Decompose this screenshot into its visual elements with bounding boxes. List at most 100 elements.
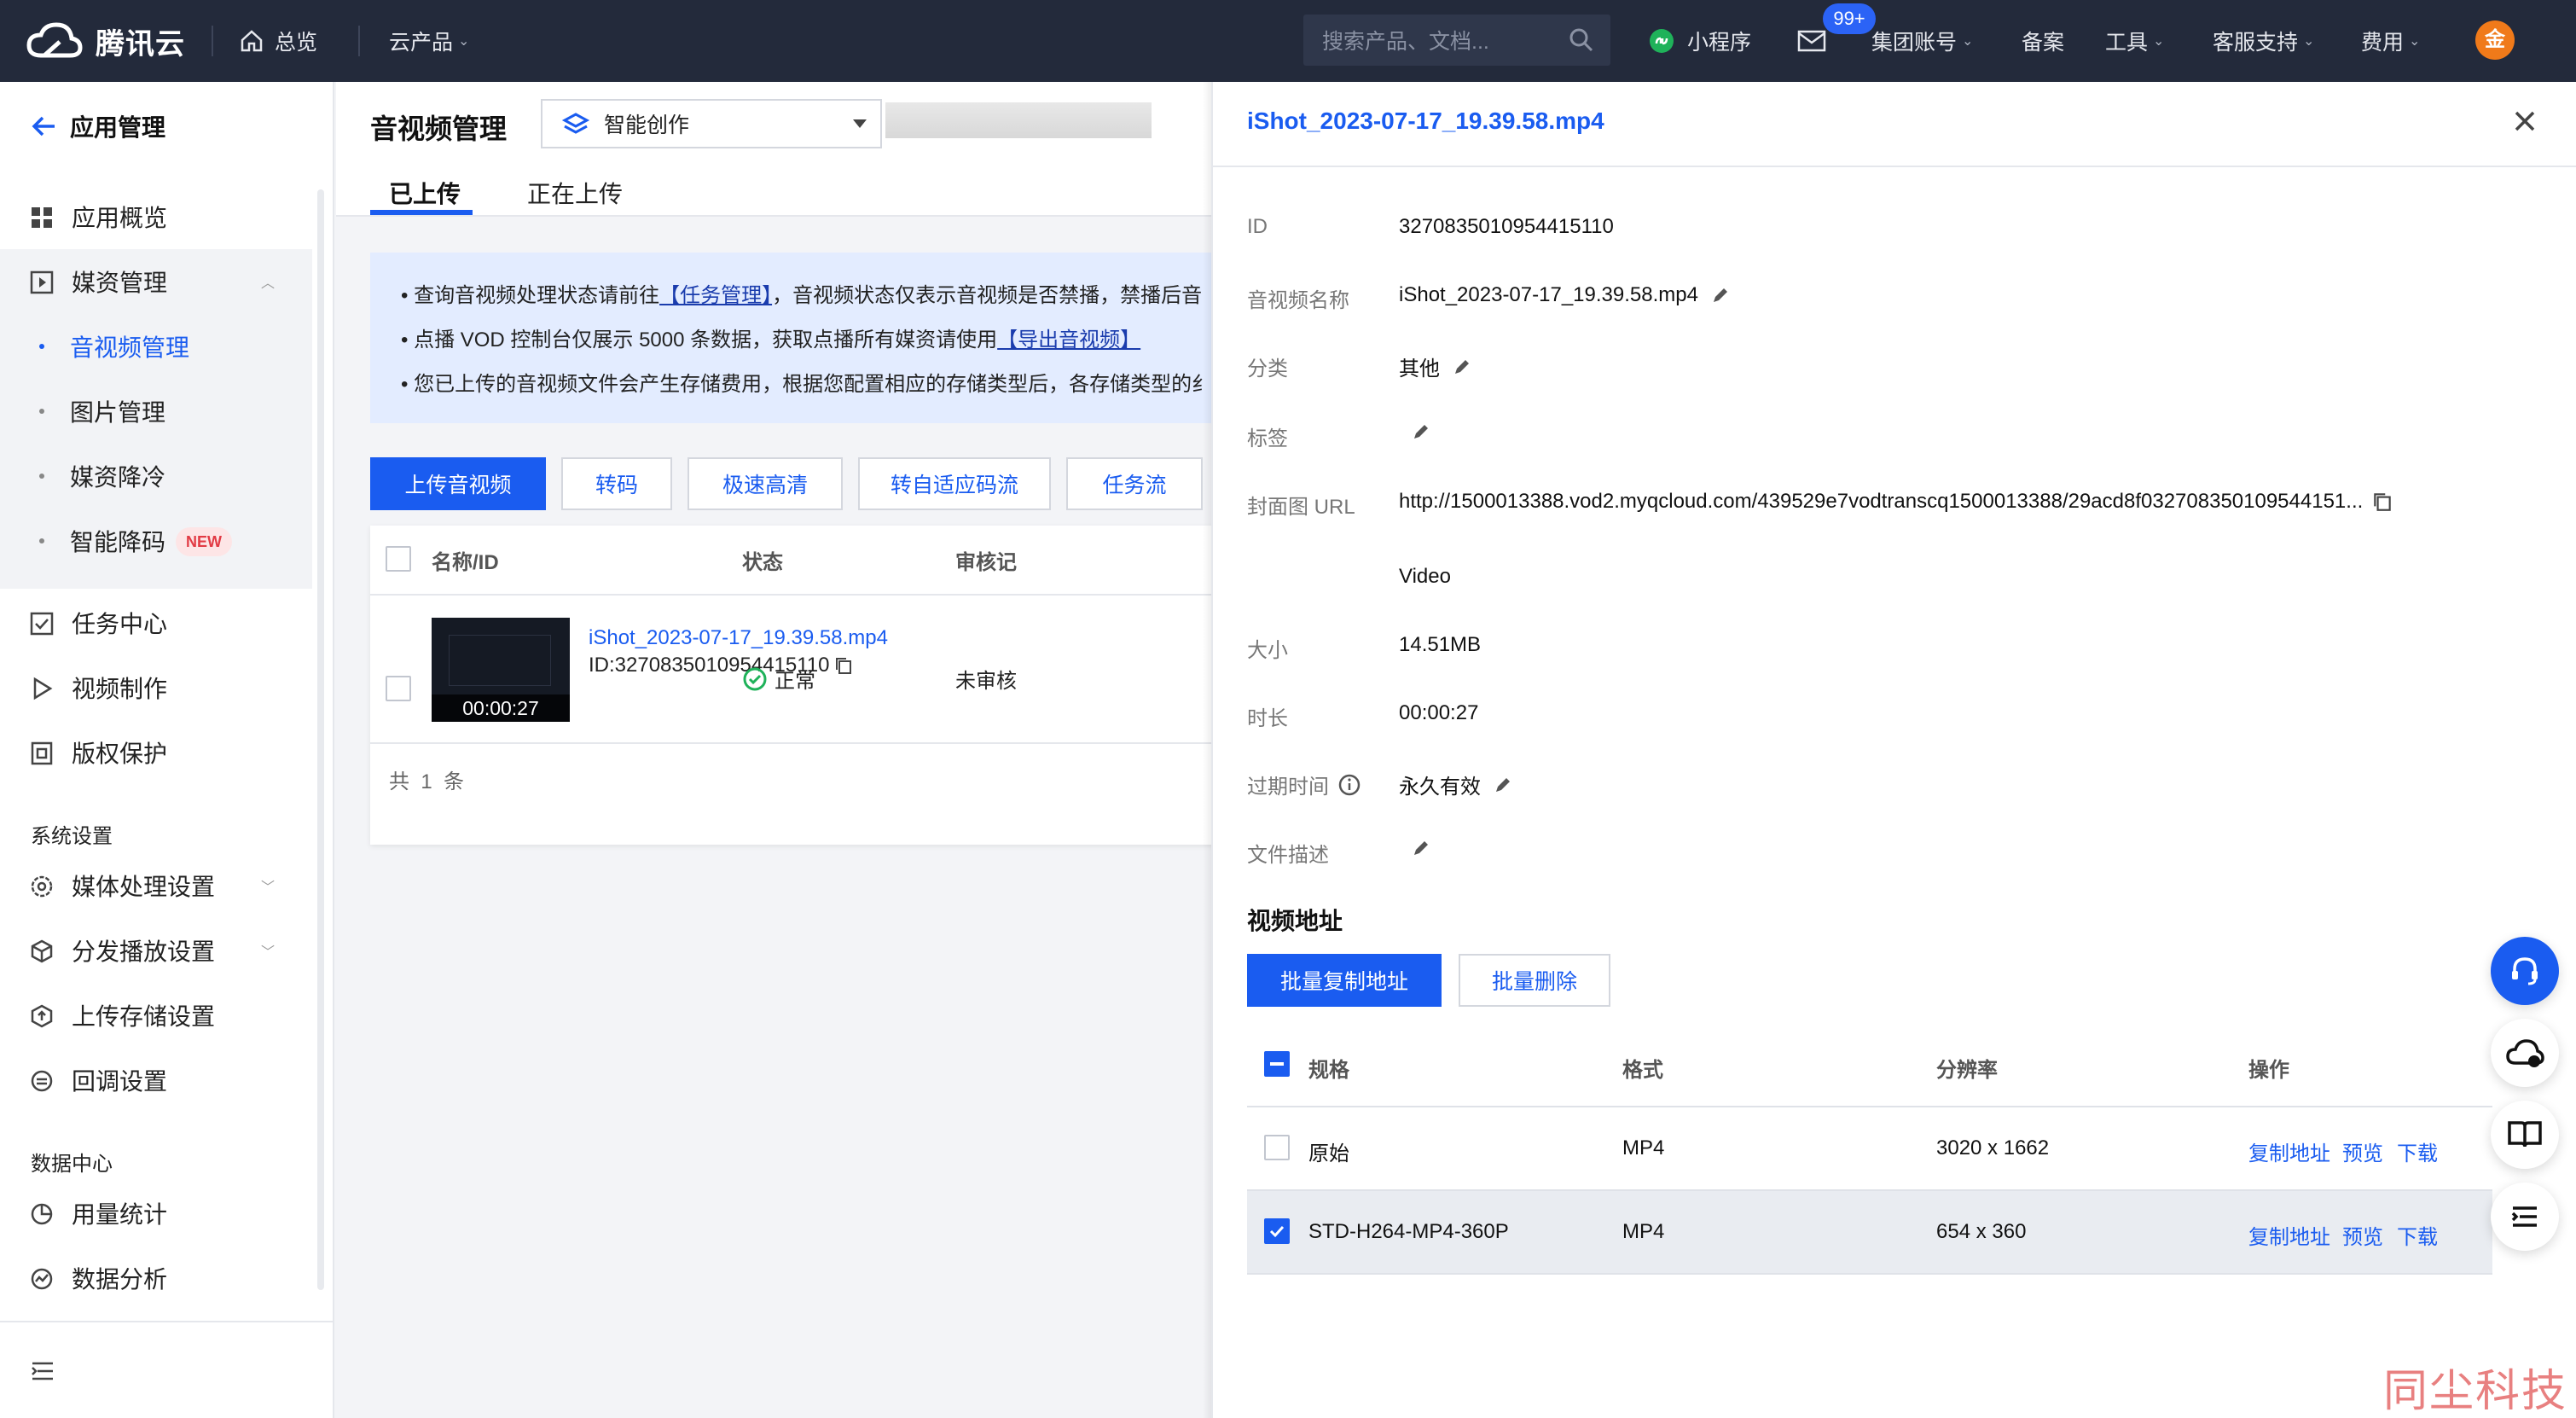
nav-support[interactable]: 客服支持 ⌄ bbox=[2213, 0, 2314, 82]
tab-uploaded[interactable]: 已上传 bbox=[389, 176, 461, 210]
analytics-icon bbox=[31, 1268, 53, 1290]
app-select-value: 智能创作 bbox=[604, 113, 690, 137]
cover-url-label: 封面图 URL bbox=[1247, 496, 1355, 519]
nav-overview[interactable]: 总览 bbox=[239, 0, 317, 82]
notice-line-1: • 查询音视频处理状态请前往【任务管理】，音视频状态仅表示音视频是否禁播，禁播后… bbox=[401, 284, 1203, 307]
column-header-format: 格式 bbox=[1622, 1059, 1663, 1082]
sidebar-item-task-center[interactable]: 任务中心 bbox=[0, 590, 312, 655]
chevron-down-icon: ⌄ bbox=[2409, 34, 2421, 49]
top-navigation-bar: 腾讯云 总览 云产品 ⌄ 搜索产品、文档... 小程序 99+ 集团账号 ⌄ 备案 … bbox=[0, 0, 2576, 82]
preview-link[interactable]: 预览 bbox=[2342, 1220, 2383, 1250]
sidebar-item-image-management[interactable]: 图片管理 bbox=[0, 379, 312, 444]
fees-label: 费用 bbox=[2361, 31, 2405, 55]
divider bbox=[1247, 1273, 2492, 1275]
sidebar-item-media-processing[interactable]: 媒体处理设置 ﹀ bbox=[0, 853, 312, 918]
docs-button[interactable] bbox=[2491, 1101, 2559, 1169]
sidebar-item-usage-stats[interactable]: 用量统计 bbox=[0, 1181, 312, 1246]
sidebar-item-copyright[interactable]: 版权保护 bbox=[0, 720, 312, 785]
sidebar-item-data-analysis[interactable]: 数据分析 bbox=[0, 1246, 312, 1310]
menu-list-button[interactable] bbox=[2491, 1183, 2559, 1251]
message-button[interactable] bbox=[1796, 0, 1827, 82]
batch-delete-button[interactable]: 批量删除 bbox=[1459, 954, 1610, 1007]
status-text: 正常 bbox=[775, 670, 815, 693]
sidebar-item-app-overview[interactable]: 应用概览 bbox=[0, 184, 312, 249]
row-checkbox[interactable] bbox=[1264, 1135, 1290, 1160]
nav-tools[interactable]: 工具 ⌄ bbox=[2105, 0, 2164, 82]
sidebar-item-av-management[interactable]: 音视频管理 bbox=[0, 314, 312, 379]
edit-pencil-icon[interactable] bbox=[1452, 357, 1472, 377]
id-value: 3270835010954415110 bbox=[1399, 215, 1614, 238]
copy-address-link[interactable]: 复制地址 bbox=[2248, 1220, 2330, 1250]
expire-value: 永久有效 bbox=[1399, 770, 1513, 799]
select-all-checkbox[interactable] bbox=[386, 546, 411, 572]
app-select-dropdown[interactable]: 智能创作 bbox=[541, 99, 882, 148]
sidebar-item-upload-storage[interactable]: 上传存储设置 bbox=[0, 983, 312, 1048]
expire-label: 过期时间 bbox=[1247, 770, 1361, 799]
sidebar-item-label: 应用概览 bbox=[72, 205, 168, 231]
sidebar-item-media-cooling[interactable]: 媒资降冷 bbox=[0, 444, 312, 509]
edit-pencil-icon[interactable] bbox=[1493, 775, 1513, 795]
table-row-selected: STD-H264-MP4-360P MP4 654 x 360 复制地址 预览 … bbox=[1247, 1191, 2492, 1273]
video-thumbnail[interactable]: 00:00:27 bbox=[432, 618, 570, 722]
batch-copy-address-button[interactable]: 批量复制地址 bbox=[1247, 954, 1442, 1007]
download-link[interactable]: 下载 bbox=[2397, 1220, 2438, 1250]
sidebar-item-distribution[interactable]: 分发播放设置 ﹀ bbox=[0, 918, 312, 983]
customer-service-button[interactable] bbox=[2491, 937, 2559, 1005]
divider bbox=[358, 26, 360, 56]
headset-icon bbox=[2512, 957, 2538, 985]
row-checkbox-checked[interactable] bbox=[1264, 1218, 1290, 1244]
play-icon bbox=[33, 677, 53, 700]
upload-av-button[interactable]: 上传音视频 bbox=[370, 457, 546, 510]
status-cell: 正常 bbox=[742, 664, 815, 694]
column-header-resolution: 分辨率 bbox=[1936, 1059, 1998, 1082]
tag-value bbox=[1411, 421, 1431, 442]
cover-url-text[interactable]: http://1500013388.vod2.myqcloud.com/4395… bbox=[1399, 490, 2363, 514]
task-flow-button[interactable]: 任务流 bbox=[1066, 457, 1203, 510]
nav-fees[interactable]: 费用 ⌄ bbox=[2361, 0, 2420, 82]
search-input[interactable]: 搜索产品、文档... bbox=[1303, 15, 1610, 66]
cover-url-value: http://1500013388.vod2.myqcloud.com/4395… bbox=[1399, 490, 2393, 514]
nav-record[interactable]: 备案 bbox=[2022, 0, 2064, 82]
task-management-link[interactable]: 【任务管理】 bbox=[659, 284, 772, 307]
sidebar-item-media-management[interactable]: 媒资管理 ︿ bbox=[0, 249, 312, 314]
nav-cloud-products[interactable]: 云产品 ⌄ bbox=[389, 0, 469, 82]
search-icon[interactable] bbox=[1568, 26, 1595, 54]
close-icon[interactable] bbox=[2509, 106, 2540, 137]
sidebar-item-video-production[interactable]: 视频制作 bbox=[0, 655, 312, 720]
row-checkbox[interactable] bbox=[386, 676, 411, 701]
avatar[interactable]: 金 bbox=[2475, 20, 2515, 60]
file-name-link[interactable]: iShot_2023-07-17_19.39.58.mp4 bbox=[589, 626, 888, 650]
sidebar-scrollbar[interactable] bbox=[317, 189, 324, 1290]
edit-pencil-icon[interactable] bbox=[1411, 838, 1431, 858]
preview-link[interactable]: 预览 bbox=[2342, 1136, 2383, 1166]
adaptive-stream-button[interactable]: 转自适应码流 bbox=[858, 457, 1051, 510]
copy-icon[interactable] bbox=[833, 655, 854, 676]
export-av-link[interactable]: 【导出音视频】 bbox=[997, 328, 1140, 352]
cloud-assistant-button[interactable] bbox=[2491, 1019, 2559, 1087]
spec-cell: 原始 bbox=[1308, 1142, 1349, 1165]
nav-group-account[interactable]: 集团账号 ⌄ bbox=[1871, 0, 1973, 82]
spec-cell: STD-H264-MP4-360P bbox=[1308, 1220, 1509, 1243]
category-value-text: 其他 bbox=[1399, 357, 1440, 381]
sidebar-item-callback[interactable]: 回调设置 bbox=[0, 1048, 312, 1113]
fast-hd-button[interactable]: 极速高清 bbox=[688, 457, 843, 510]
collapse-menu-icon[interactable] bbox=[31, 1358, 58, 1384]
nav-mini-program[interactable]: 小程序 bbox=[1648, 0, 1751, 82]
divider bbox=[370, 742, 1211, 744]
download-link[interactable]: 下载 bbox=[2397, 1136, 2438, 1166]
tencent-cloud-logo[interactable]: 腾讯云 bbox=[26, 15, 185, 67]
copy-address-link[interactable]: 复制地址 bbox=[2248, 1136, 2330, 1166]
edit-pencil-icon[interactable] bbox=[1411, 421, 1431, 442]
sidebar-item-label: 用量统计 bbox=[72, 1201, 168, 1228]
sidebar-item-smart-bitrate[interactable]: 智能降码 NEW bbox=[0, 509, 312, 573]
sidebar-item-label: 分发播放设置 bbox=[72, 939, 216, 965]
back-to-app-management[interactable]: 应用管理 bbox=[29, 109, 165, 143]
select-all-indeterminate-checkbox[interactable] bbox=[1264, 1051, 1290, 1077]
book-icon bbox=[2508, 1121, 2542, 1148]
info-icon[interactable] bbox=[1337, 773, 1361, 797]
tab-uploading[interactable]: 正在上传 bbox=[527, 176, 623, 210]
copy-icon[interactable] bbox=[2371, 491, 2393, 513]
transcode-button[interactable]: 转码 bbox=[561, 457, 672, 510]
edit-pencil-icon[interactable] bbox=[1710, 285, 1731, 305]
tools-label: 工具 bbox=[2105, 31, 2149, 55]
